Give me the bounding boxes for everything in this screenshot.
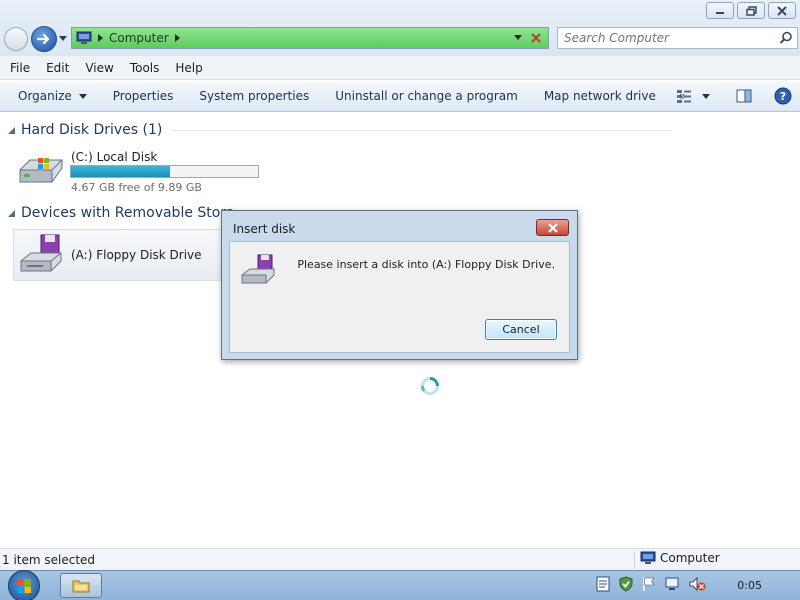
system-properties-button[interactable]: System properties	[186, 89, 322, 103]
drive-a-selected[interactable]: (A:) Floppy Disk Drive	[13, 229, 228, 281]
menu-file[interactable]: File	[10, 61, 30, 75]
map-network-drive-button[interactable]: Map network drive	[531, 89, 669, 103]
status-location: Computer	[640, 551, 720, 565]
close-icon	[777, 5, 787, 16]
forward-button[interactable]	[31, 26, 57, 52]
search-icon[interactable]	[779, 31, 793, 45]
security-shield-icon[interactable]	[618, 576, 634, 592]
help-icon[interactable]: ?	[774, 87, 792, 105]
group-title: Hard Disk Drives (1)	[21, 122, 163, 138]
maximize-icon	[745, 5, 757, 16]
collapse-caret-icon	[8, 126, 15, 134]
status-bar: 1 item selected Computer	[0, 548, 800, 570]
dialog-body: Please insert a disk into (A:) Floppy Di…	[229, 241, 570, 353]
floppy-drive-icon	[20, 234, 62, 272]
drive-a-name: (A:) Floppy Disk Drive	[71, 248, 202, 262]
status-divider	[634, 551, 635, 569]
chevron-down-icon	[78, 93, 87, 99]
hard-disk-drives-group[interactable]: Hard Disk Drives (1)	[8, 122, 673, 138]
status-location-label: Computer	[660, 551, 720, 565]
drive-c[interactable]: (C:) Local Disk 4.67 GB free of 9.89 GB	[16, 148, 276, 194]
menu-bar: File Edit View Tools Help	[0, 56, 800, 80]
view-options-icon[interactable]	[676, 89, 692, 103]
menu-view[interactable]: View	[85, 61, 113, 75]
collapse-caret-icon	[8, 209, 15, 217]
organize-button[interactable]: Organize	[0, 89, 100, 103]
group-divider	[172, 129, 673, 131]
recent-pages-dropdown-icon[interactable]	[59, 36, 67, 41]
close-window-button[interactable]	[768, 2, 796, 19]
back-button[interactable]	[4, 27, 28, 51]
properties-button[interactable]: Properties	[100, 89, 187, 103]
windows-start-icon	[17, 579, 31, 593]
close-icon	[547, 222, 558, 233]
dialog-close-button[interactable]	[536, 219, 569, 236]
action-center-icon[interactable]	[596, 576, 610, 592]
computer-icon	[76, 31, 92, 44]
breadcrumb-arrow-icon[interactable]	[98, 34, 103, 42]
cancel-button[interactable]: Cancel	[485, 319, 557, 340]
search-input[interactable]	[564, 31, 774, 45]
view-dropdown-icon[interactable]	[702, 93, 710, 99]
insert-disk-dialog: Insert disk Please insert a disk into (A…	[221, 210, 578, 360]
taskbar-explorer-button[interactable]	[60, 573, 102, 598]
forward-icon	[36, 33, 50, 45]
drive-c-name: (C:) Local Disk	[71, 150, 158, 164]
title-bar: Computer	[0, 0, 800, 56]
view-controls: ?	[676, 87, 792, 105]
restore-button[interactable]	[737, 2, 765, 19]
address-bar[interactable]: Computer	[71, 27, 549, 49]
stop-icon	[531, 33, 541, 43]
taskbar: 0:05	[0, 570, 800, 600]
network-icon[interactable]	[664, 576, 680, 592]
uninstall-program-button[interactable]: Uninstall or change a program	[322, 89, 531, 103]
back-icon	[5, 28, 27, 50]
menu-tools[interactable]: Tools	[130, 61, 160, 75]
drive-c-usage-bar	[70, 165, 259, 178]
removable-storage-group[interactable]: Devices with Removable Stora	[8, 205, 235, 221]
svg-text:?: ?	[780, 90, 786, 103]
hard-drive-icon	[19, 158, 63, 183]
loading-spinner-icon	[421, 377, 439, 395]
breadcrumb-arrow-icon[interactable]	[174, 34, 180, 42]
dialog-message: Please insert a disk into (A:) Floppy Di…	[297, 258, 555, 271]
explorer-folder-icon	[72, 580, 90, 593]
organize-label: Organize	[18, 89, 72, 103]
command-bar: Organize Properties System properties Un…	[0, 81, 800, 112]
drive-c-free-space: 4.67 GB free of 9.89 GB	[71, 181, 202, 194]
system-tray	[596, 576, 706, 592]
address-dropdown-icon[interactable]	[514, 35, 522, 40]
search-box[interactable]	[557, 27, 798, 49]
stop-button[interactable]	[527, 30, 545, 46]
minimize-icon	[716, 11, 724, 14]
flag-icon[interactable]	[642, 576, 656, 592]
minimize-button[interactable]	[706, 2, 734, 19]
breadcrumb-computer[interactable]: Computer	[109, 31, 169, 45]
volume-muted-icon[interactable]	[688, 576, 706, 592]
floppy-drive-icon	[241, 254, 275, 284]
clock[interactable]: 0:05	[737, 579, 762, 592]
drive-c-usage-fill	[71, 166, 171, 177]
computer-icon	[640, 551, 656, 564]
menu-help[interactable]: Help	[175, 61, 202, 75]
window-controls	[706, 2, 796, 19]
preview-pane-icon[interactable]	[736, 89, 752, 103]
group-title: Devices with Removable Stora	[21, 205, 235, 221]
menu-edit[interactable]: Edit	[46, 61, 69, 75]
selection-status: 1 item selected	[2, 553, 96, 567]
dialog-title: Insert disk	[233, 222, 296, 236]
start-button[interactable]	[8, 570, 40, 600]
